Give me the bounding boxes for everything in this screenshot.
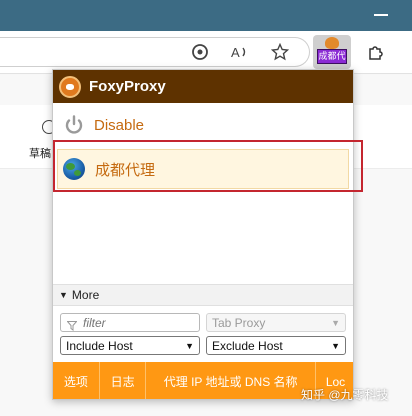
draft-label[interactable]: 草稿 [29, 145, 51, 161]
read-aloud-icon[interactable]: A [228, 40, 252, 64]
popup-title: FoxyProxy [89, 78, 166, 95]
exclude-host-label: Exclude Host [212, 338, 283, 353]
more-toggle[interactable]: ▼ More [53, 284, 353, 306]
address-bar[interactable] [0, 37, 310, 67]
watermark-text: 知乎 @九零科技 [301, 388, 389, 402]
chevron-down-icon: ▼ [331, 340, 340, 351]
highlight-box [53, 140, 363, 192]
favorite-star-icon[interactable] [268, 40, 292, 64]
svg-text:A: A [231, 45, 240, 60]
tab-proxy-select[interactable]: Tab Proxy ▼ [206, 313, 346, 332]
tab-proxy-label: Tab Proxy [212, 315, 266, 330]
chevron-down-icon: ▼ [185, 340, 194, 351]
tracking-prevention-icon[interactable] [188, 40, 212, 64]
fox-icon [325, 37, 339, 49]
include-host-label: Include Host [66, 338, 133, 353]
minimize-icon[interactable] [374, 14, 388, 16]
power-icon [63, 114, 85, 136]
foxyproxy-extension-button[interactable]: 成都代 [313, 35, 351, 69]
popup-header: FoxyProxy [53, 70, 353, 103]
filter-funnel-icon [66, 318, 78, 331]
extensions-puzzle-icon[interactable] [364, 40, 388, 64]
disable-label: Disable [94, 116, 145, 134]
log-button[interactable]: 日志 [100, 362, 147, 399]
browser-titlebar [0, 0, 412, 31]
triangle-down-icon: ▼ [59, 290, 68, 300]
foxyproxy-logo-icon [59, 75, 81, 98]
foxyproxy-popup: FoxyProxy Disable 成都代理 ▼ More Tab Proxy … [52, 69, 354, 400]
proxy-ip-dns-button[interactable]: 代理 IP 地址或 DNS 名称 [146, 362, 316, 399]
extension-badge: 成都代 [317, 49, 347, 64]
include-host-select[interactable]: Include Host ▼ [60, 336, 200, 355]
browser-toolbar: A 成都代 [0, 31, 412, 74]
disable-option[interactable]: Disable [53, 108, 353, 142]
filter-input[interactable] [83, 315, 193, 330]
more-label: More [71, 288, 100, 302]
chevron-down-icon: ▼ [331, 317, 340, 328]
exclude-host-select[interactable]: Exclude Host ▼ [206, 336, 346, 355]
options-button[interactable]: 选项 [53, 362, 100, 399]
filter-field[interactable] [60, 313, 200, 332]
